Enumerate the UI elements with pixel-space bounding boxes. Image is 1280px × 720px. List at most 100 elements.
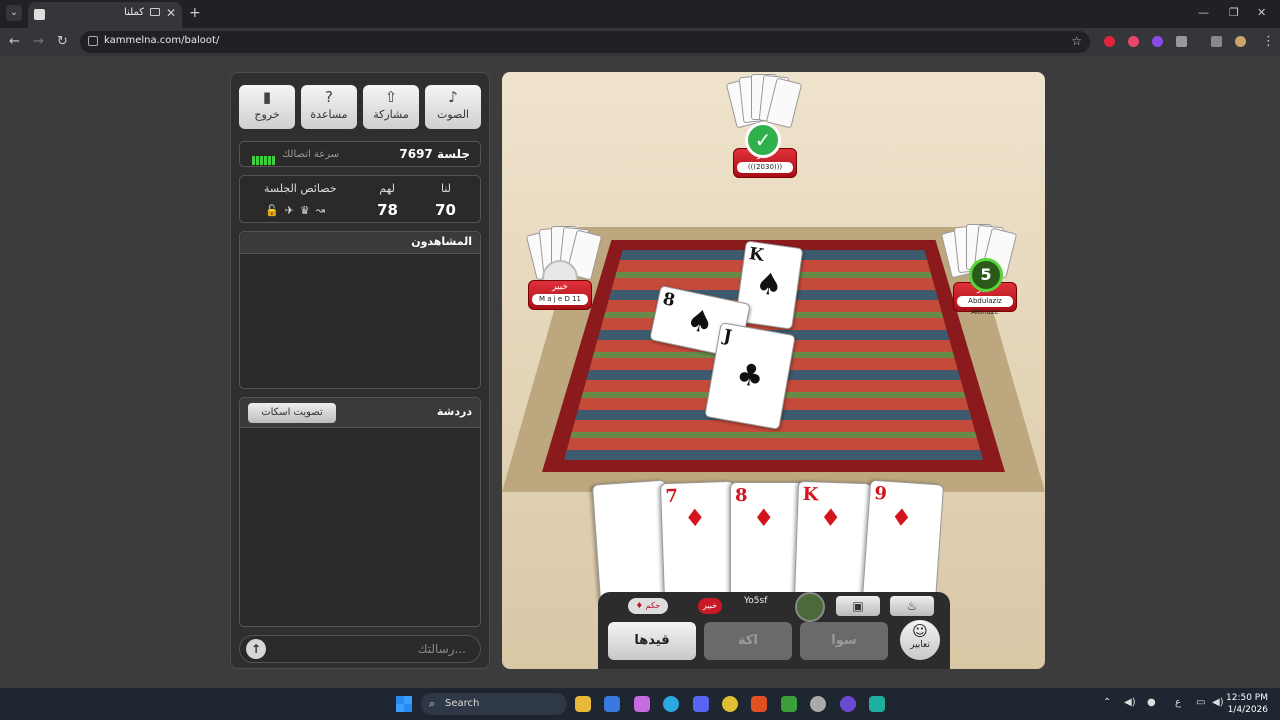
side-panel: ▮ خروج ? مساعدة ⇧ مشاركة ♪ الصوت سرعة ات…: [230, 72, 490, 669]
discord-icon[interactable]: [693, 696, 709, 712]
browser-address-bar: ← → ↻ kammelna.com/baloot/ ☆ ⋮: [0, 28, 1280, 56]
card-suit: ♠: [683, 302, 717, 342]
spectators-title: المشاهدون: [411, 235, 472, 248]
profile-avatar[interactable]: [1235, 36, 1246, 47]
search-label: Search: [445, 698, 480, 709]
microphone-icon[interactable]: ●: [1147, 697, 1156, 708]
fire-icon[interactable]: ♨: [890, 596, 934, 616]
new-tab-icon[interactable]: +: [189, 5, 201, 21]
xbox-icon[interactable]: [781, 696, 797, 712]
share-icon: ⇧: [384, 88, 398, 106]
connection-speed-icon: [252, 150, 276, 169]
sawa-button[interactable]: سوا: [800, 622, 888, 660]
back-icon[interactable]: ←: [9, 34, 20, 49]
card-rank: 7: [665, 485, 679, 508]
url-text: kammelna.com/baloot/: [104, 35, 220, 46]
taskbar: ⌕ Search ⌃ ◀) ● ع ▭ ◀) 12:50 PM 1/4/2026: [0, 688, 1280, 720]
tray-chevron-icon[interactable]: ⌃: [1103, 697, 1111, 708]
akka-button[interactable]: اكة: [704, 622, 792, 660]
top-player[interactable]: خبير (((2030))) ✓: [733, 122, 797, 178]
url-field[interactable]: kammelna.com/baloot/ ☆: [80, 31, 1090, 53]
edge-icon[interactable]: [663, 696, 679, 712]
spectators-box: المشاهدون: [239, 231, 481, 389]
hand-card[interactable]: 7 ♦: [659, 480, 739, 604]
left-player[interactable]: خبير M a j e D 11: [528, 260, 592, 310]
card-rank: K: [747, 244, 766, 266]
browser-menu-icon[interactable]: ⋮: [1262, 34, 1275, 49]
share-button[interactable]: ⇧ مشاركة: [363, 85, 419, 129]
extension-icon[interactable]: [1128, 36, 1139, 47]
message-input[interactable]: ↑ رسالتك...: [239, 635, 481, 663]
game-table: خبير (((2030))) ✓ خبير M a j e D 11 خبير…: [502, 72, 1045, 669]
browser-tab[interactable]: كملنا ✕: [28, 2, 182, 28]
diamond-icon: ♦: [635, 601, 646, 610]
expert-badge: خبير: [698, 598, 722, 614]
taskbar-search[interactable]: ⌕ Search: [421, 693, 567, 715]
card-suit: ♦: [683, 502, 707, 533]
vote-mute-button[interactable]: تصويت اسكات: [248, 403, 336, 423]
app-icon[interactable]: [840, 696, 856, 712]
hokm-label: حكم: [645, 601, 661, 610]
chat-title: دردشة: [436, 405, 472, 418]
close-tab-icon[interactable]: ✕: [166, 6, 176, 20]
file-explorer-icon[interactable]: [575, 696, 591, 712]
store-icon[interactable]: [604, 696, 620, 712]
player-badge: خبير M a j e D 11: [528, 280, 592, 310]
close-window-icon[interactable]: ✕: [1257, 6, 1266, 19]
app-icon[interactable]: [810, 696, 826, 712]
app-icon[interactable]: [869, 696, 885, 712]
share-label: مشاركة: [373, 108, 409, 121]
card-suit: ♦: [889, 502, 914, 533]
reload-icon[interactable]: ↻: [57, 34, 68, 49]
question-icon: ?: [325, 88, 333, 106]
card-suit: ♠: [753, 265, 785, 305]
exit-button[interactable]: ▮ خروج: [239, 85, 295, 129]
smiley-icon: ☺: [912, 622, 928, 640]
session-props-label: خصائص الجلسة: [264, 182, 337, 195]
extension-icon[interactable]: [1104, 36, 1115, 47]
network-icon[interactable]: ▭: [1196, 697, 1205, 708]
chrome-icon[interactable]: [722, 696, 738, 712]
copilot-icon[interactable]: [634, 696, 650, 712]
hand-card[interactable]: 8 ♦: [730, 482, 804, 602]
avatar: [795, 592, 825, 622]
card-rank: J: [721, 325, 734, 348]
card-rank: 8: [735, 485, 748, 506]
card-rank: 8: [660, 289, 677, 312]
hokm-badge: ♦ حكم: [628, 598, 668, 614]
qaydha-button[interactable]: قيدها: [608, 622, 696, 660]
hand-card[interactable]: 9 ♦: [861, 479, 945, 605]
spectators-header: المشاهدون: [240, 232, 480, 254]
reading-list-icon[interactable]: [1211, 36, 1222, 47]
volume-icon[interactable]: ◀): [1212, 697, 1224, 708]
right-player[interactable]: خبير Abdulaziz Alonaze 5: [953, 258, 1017, 316]
media-playing-icon: [150, 8, 160, 16]
extension-icon[interactable]: [1152, 36, 1163, 47]
language-indicator[interactable]: ع: [1175, 697, 1181, 708]
sound-button[interactable]: ♪ الصوت: [425, 85, 481, 129]
tab-favicon-icon: [34, 9, 45, 20]
extensions-puzzle-icon[interactable]: [1176, 36, 1187, 47]
us-label: لنا: [440, 182, 451, 195]
brave-icon[interactable]: [751, 696, 767, 712]
player-name: Abdulaziz Alonaze: [957, 296, 1013, 316]
tab-search-icon[interactable]: ⌄: [6, 5, 22, 21]
bookmark-star-icon[interactable]: ☆: [1071, 34, 1082, 48]
send-arrow-icon[interactable]: ↑: [246, 639, 266, 659]
gift-icon[interactable]: ▣: [836, 596, 880, 616]
site-info-icon[interactable]: [88, 36, 98, 46]
windows-start-icon[interactable]: [396, 696, 412, 712]
help-button[interactable]: ? مساعدة: [301, 85, 357, 129]
system-clock[interactable]: 12:50 PM 1/4/2026: [1226, 692, 1268, 716]
them-score: 78: [377, 201, 398, 219]
restore-icon[interactable]: ❐: [1229, 6, 1239, 19]
exit-label: خروج: [254, 108, 280, 121]
forward-icon[interactable]: →: [33, 34, 44, 49]
sound-label: الصوت: [437, 108, 469, 121]
hand-card[interactable]: K ♦: [793, 480, 873, 604]
emotes-button[interactable]: ☺ تعابير: [900, 620, 940, 660]
control-bar: ♦ حكم خبير Yo5sf ▣ ♨ قيدها اكة سوا ☺ تعا…: [598, 592, 950, 669]
card-suit: ♦: [753, 503, 775, 532]
speaker-icon[interactable]: ◀): [1124, 697, 1136, 708]
minimize-icon[interactable]: —: [1198, 6, 1209, 19]
